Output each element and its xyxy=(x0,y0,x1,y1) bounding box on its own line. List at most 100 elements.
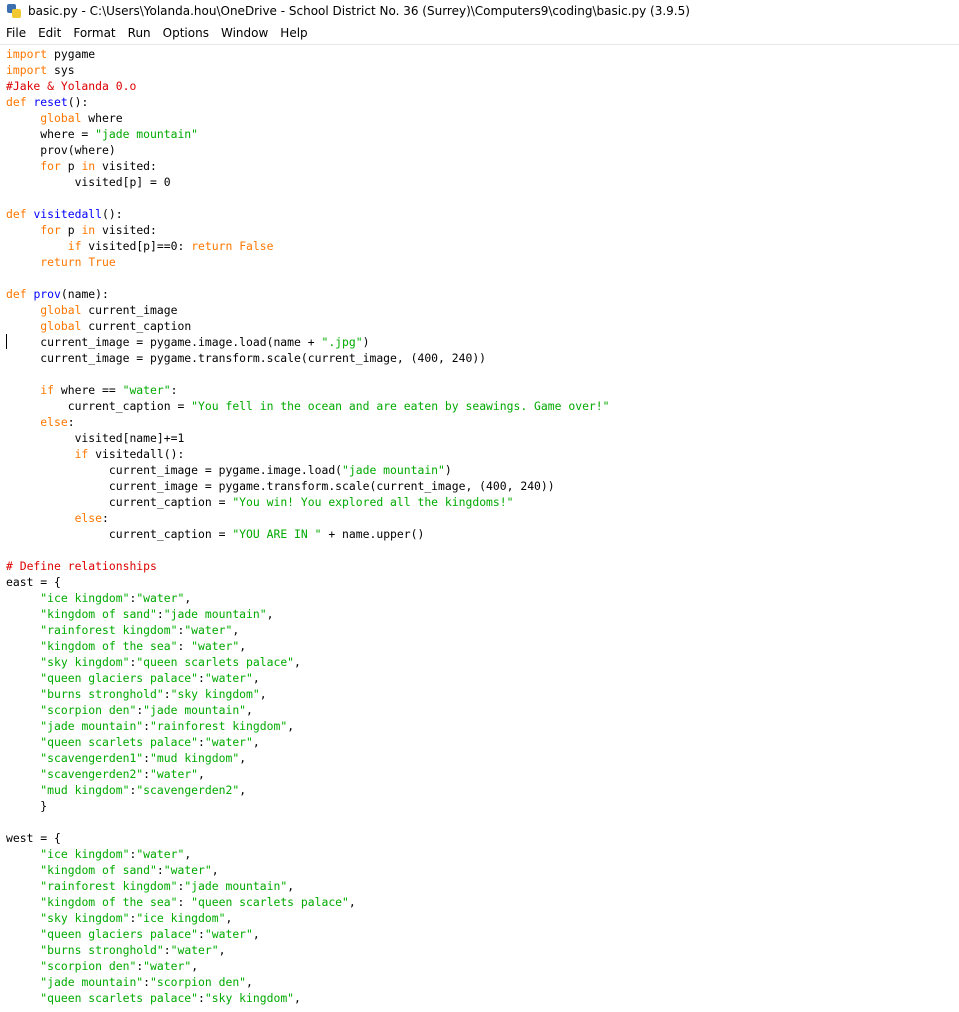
code-token: "jade mountain" xyxy=(143,703,247,717)
code-token: , xyxy=(232,623,240,637)
menu-edit[interactable]: Edit xyxy=(32,26,67,40)
code-line[interactable]: "sky kingdom":"ice kingdom", xyxy=(6,910,610,926)
code-token: "queen scarlets palace" xyxy=(40,735,199,749)
code-line[interactable] xyxy=(6,190,610,206)
code-token: (): xyxy=(102,207,123,221)
code-line[interactable]: "kingdom of the sea": "water", xyxy=(6,638,610,654)
python-idle-icon xyxy=(6,3,22,19)
code-line[interactable]: "burns stronghold":"sky kingdom", xyxy=(6,686,610,702)
code-line[interactable]: else: xyxy=(6,414,610,430)
code-line[interactable]: global where xyxy=(6,110,610,126)
code-line[interactable]: current_image = pygame.transform.scale(c… xyxy=(6,478,610,494)
code-line[interactable]: def prov(name): xyxy=(6,286,610,302)
code-line[interactable]: if visited[p]==0: return False xyxy=(6,238,610,254)
code-token: "kingdom of the sea" xyxy=(40,639,178,653)
code-line[interactable]: "sky kingdom":"queen scarlets palace", xyxy=(6,654,610,670)
code-line[interactable]: def visitedall(): xyxy=(6,206,610,222)
code-line[interactable]: "jade mountain":"scorpion den", xyxy=(6,974,610,990)
code-line[interactable]: "ice kingdom":"water", xyxy=(6,846,610,862)
code-line[interactable]: import sys xyxy=(6,62,610,78)
code-line[interactable]: current_caption = "YOU ARE IN " + name.u… xyxy=(6,526,610,542)
code-token: "queen glaciers palace" xyxy=(40,671,199,685)
code-line[interactable]: "scorpion den":"jade mountain", xyxy=(6,702,610,718)
code-line[interactable]: for p in visited: xyxy=(6,222,610,238)
code-line[interactable]: # Define relationships xyxy=(6,558,610,574)
code-line[interactable]: "queen glaciers palace":"water", xyxy=(6,670,610,686)
code-line[interactable]: global current_caption xyxy=(6,318,610,334)
menu-format[interactable]: Format xyxy=(67,26,121,40)
code-line[interactable]: current_image = pygame.image.load("jade … xyxy=(6,462,610,478)
code-line[interactable]: import pygame xyxy=(6,46,610,62)
code-text[interactable]: import pygame import sys #Jake & Yolanda 0… xyxy=(6,46,610,1006)
code-line[interactable]: for p in visited: xyxy=(6,158,610,174)
code-token: , xyxy=(184,591,192,605)
code-line[interactable]: "queen scarlets palace":"water", xyxy=(6,734,610,750)
code-line[interactable]: return True xyxy=(6,254,610,270)
code-token: "rainforest kingdom" xyxy=(40,623,178,637)
code-line[interactable]: "queen glaciers palace":"water", xyxy=(6,926,610,942)
code-line[interactable]: prov(where) xyxy=(6,142,610,158)
code-line[interactable] xyxy=(6,270,610,286)
code-token: visitedall(): xyxy=(88,447,185,461)
code-line[interactable]: east = { xyxy=(6,574,610,590)
code-line[interactable]: visited[name]+=1 xyxy=(6,430,610,446)
code-line[interactable]: "mud kingdom":"scavengerden2", xyxy=(6,782,610,798)
code-token: # Define relationships xyxy=(6,559,157,573)
code-line[interactable]: "ice kingdom":"water", xyxy=(6,590,610,606)
menu-window[interactable]: Window xyxy=(215,26,274,40)
code-token: , xyxy=(266,607,274,621)
code-line[interactable]: } xyxy=(6,798,610,814)
code-line[interactable] xyxy=(6,542,610,558)
code-line[interactable]: "scorpion den":"water", xyxy=(6,958,610,974)
code-line[interactable]: current_caption = "You fell in the ocean… xyxy=(6,398,610,414)
menu-run[interactable]: Run xyxy=(122,26,157,40)
code-token: current_caption = xyxy=(6,399,192,413)
code-line[interactable] xyxy=(6,814,610,830)
code-line[interactable]: "rainforest kingdom":"jade mountain", xyxy=(6,878,610,894)
code-token: "jade mountain" xyxy=(40,719,144,733)
code-line[interactable]: else: xyxy=(6,510,610,526)
code-line[interactable]: current_image = pygame.transform.scale(c… xyxy=(6,350,610,366)
code-token: else xyxy=(74,511,103,525)
menu-file[interactable]: File xyxy=(0,26,32,40)
code-line[interactable]: if where == "water": xyxy=(6,382,610,398)
code-line[interactable]: "jade mountain":"rainforest kingdom", xyxy=(6,718,610,734)
code-token: : xyxy=(67,415,75,429)
code-token: prov(where) xyxy=(6,143,116,157)
code-line[interactable]: "queen scarlets palace":"sky kingdom", xyxy=(6,990,610,1006)
code-line[interactable] xyxy=(6,366,610,382)
code-line[interactable]: visited[p] = 0 xyxy=(6,174,610,190)
code-line[interactable]: "rainforest kingdom":"water", xyxy=(6,622,610,638)
code-line[interactable]: def reset(): xyxy=(6,94,610,110)
code-editor[interactable]: import pygame import sys #Jake & Yolanda 0… xyxy=(0,44,959,1012)
code-token: "scorpion den" xyxy=(150,975,247,989)
code-token: : xyxy=(156,607,164,621)
code-token: east = { xyxy=(6,575,61,589)
code-line[interactable]: "scavengerden1":"mud kingdom", xyxy=(6,750,610,766)
code-line[interactable]: "scavengerden2":"water", xyxy=(6,766,610,782)
code-line[interactable]: "burns stronghold":"water", xyxy=(6,942,610,958)
code-token: , xyxy=(246,975,253,989)
code-token: : xyxy=(198,991,205,1005)
code-line[interactable]: "kingdom of sand":"water", xyxy=(6,862,610,878)
code-token: visited: xyxy=(95,223,157,237)
code-line[interactable]: if visitedall(): xyxy=(6,446,610,462)
code-line[interactable]: #Jake & Yolanda 0.o xyxy=(6,78,610,94)
code-token: "scorpion den" xyxy=(40,959,137,973)
code-line[interactable]: current_image = pygame.image.load(name +… xyxy=(6,334,610,350)
code-token: "jade mountain" xyxy=(95,127,199,141)
menu-help[interactable]: Help xyxy=(274,26,313,40)
code-line[interactable]: "kingdom of sand":"jade mountain", xyxy=(6,606,610,622)
code-line[interactable]: west = { xyxy=(6,830,610,846)
code-line[interactable]: where = "jade mountain" xyxy=(6,126,610,142)
code-line[interactable]: current_caption = "You win! You explored… xyxy=(6,494,610,510)
code-token: import xyxy=(6,47,48,61)
menu-options[interactable]: Options xyxy=(157,26,215,40)
code-line[interactable]: global current_image xyxy=(6,302,610,318)
code-token: , xyxy=(239,751,247,765)
code-line[interactable]: "kingdom of the sea": "queen scarlets pa… xyxy=(6,894,610,910)
